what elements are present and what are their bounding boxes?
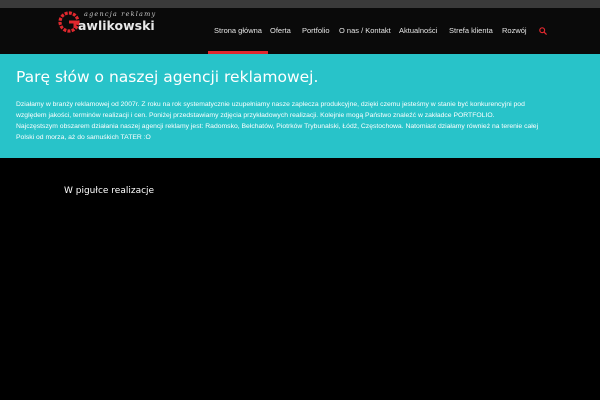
nav-item-rozwoj[interactable]: Rozwój xyxy=(502,8,527,54)
nav-item-strona-glowna[interactable]: Strona główna xyxy=(208,8,268,54)
banner-text: Działamy w branży reklamowej od 2007r. Z… xyxy=(16,99,596,143)
section-title: W pigułce realizacje xyxy=(64,186,155,196)
banner-text-line: Działamy w branży reklamowej od 2007r. Z… xyxy=(16,101,525,108)
banner-text-line: względem jakości, terminów realizacji i … xyxy=(16,112,495,119)
banner-text-line: Polski od morza, aż do samuśkich TATER :… xyxy=(16,134,151,141)
banner-title: Parę słów o naszej agencji reklamowej. xyxy=(16,68,319,86)
main-nav: Strona główna Oferta Portfolio O nas / K… xyxy=(0,8,600,54)
nav-item-oferta[interactable]: Oferta xyxy=(270,8,291,54)
nav-item-strefa-klienta[interactable]: Strefa klienta xyxy=(449,8,493,54)
about-banner: Parę słów o naszej agencji reklamowej. D… xyxy=(0,54,600,158)
top-bar xyxy=(0,0,600,8)
search-icon xyxy=(539,27,547,35)
nav-item-portfolio[interactable]: Portfolio xyxy=(302,8,330,54)
nav-item-o-nas-kontakt[interactable]: O nas / Kontakt xyxy=(339,8,391,54)
nav-item-aktualnosci[interactable]: Aktualności xyxy=(399,8,437,54)
search-button[interactable] xyxy=(536,8,550,54)
banner-text-line: Najczęstszym obszarem działania naszej a… xyxy=(16,123,539,130)
